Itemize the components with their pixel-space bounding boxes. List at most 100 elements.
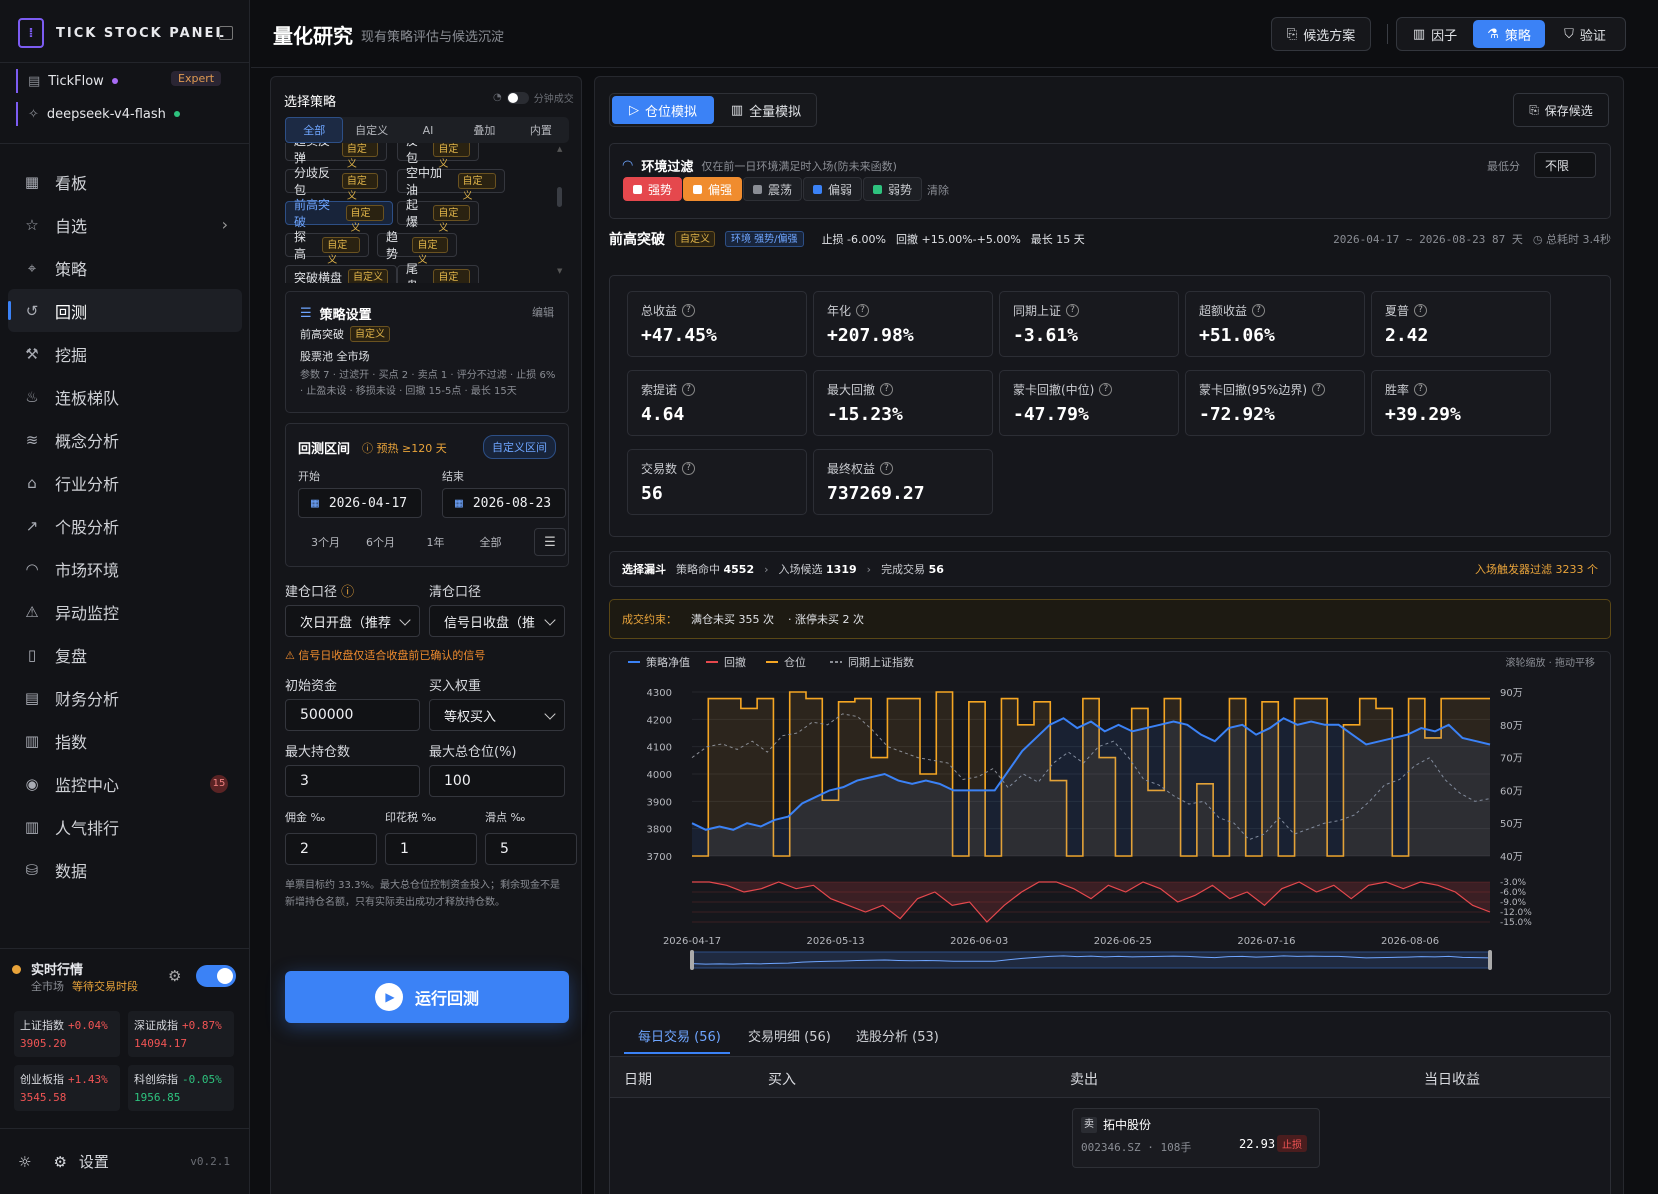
capital-input[interactable]: 500000	[285, 699, 420, 731]
tab-factor[interactable]: ▥ 因子	[1399, 20, 1471, 48]
strategy-tab-2[interactable]: AI	[400, 117, 456, 143]
sidebar-item-2[interactable]: ⌖ 策略	[8, 246, 242, 289]
help-icon[interactable]: ?	[1099, 383, 1113, 396]
strategy-chip[interactable]: 反包自定义	[397, 143, 479, 170]
sidebar-item-8[interactable]: ↗ 个股分析	[8, 504, 242, 547]
strategy-chip[interactable]: 分歧反包 自定义	[285, 166, 387, 202]
sidebar-item-6[interactable]: ≋ 概念分析	[8, 418, 242, 461]
table-tab-1[interactable]: 交易明细 (56)	[748, 1026, 831, 1045]
env-filter-button[interactable]: 弱势	[863, 177, 923, 201]
sidebar-item-0[interactable]: ▦ 看板	[8, 160, 242, 203]
equity-chart[interactable]: 策略净值 回撤 仓位 同期上证指数 滚轮缩放 · 拖动平移 4300 4200 4100 400…	[610, 652, 1610, 994]
index-card[interactable]: 上证指数 +0.04% 3905.20	[14, 1011, 120, 1057]
custom-range-button[interactable]: 自定义区间	[483, 435, 556, 459]
env-filter-button[interactable]: 偏强	[683, 177, 743, 201]
help-icon[interactable]: ?	[1414, 383, 1428, 396]
sidebar-item-15[interactable]: ▥ 人气排行	[8, 805, 242, 848]
slippage-input[interactable]: 5	[485, 833, 577, 865]
run-backtest-button[interactable]: ▶ 运行回测	[285, 971, 569, 1023]
help-icon[interactable]: ?	[682, 304, 696, 317]
tab-position-sim[interactable]: ▷ 仓位模拟	[612, 96, 714, 124]
min-score-select[interactable]: 不限	[1534, 152, 1596, 178]
help-icon[interactable]: ?	[682, 383, 696, 396]
stamp-input[interactable]: 1	[385, 833, 477, 865]
preset-2[interactable]: 1年	[408, 528, 463, 556]
start-date-input[interactable]: ▦ 2026-04-17	[298, 488, 422, 518]
strategy-chip[interactable]: 尾盘自定义	[397, 262, 479, 283]
clear-filter-link[interactable]: 清除	[927, 182, 949, 198]
gear-icon[interactable]: ⚙	[168, 967, 181, 985]
strategy-chip[interactable]: 起爆 自定义	[397, 198, 479, 234]
index-card[interactable]: 科创综指 -0.05% 1956.85	[128, 1065, 234, 1111]
end-date-input[interactable]: ▦ 2026-08-23	[442, 488, 566, 518]
tab-strategy[interactable]: ⚗ 策略	[1473, 20, 1545, 48]
help-icon[interactable]: ?	[1312, 383, 1326, 396]
scrollbar[interactable]: ▲ ▼	[557, 145, 563, 275]
preset-0[interactable]: 3个月	[298, 528, 353, 556]
collapse-sidebar-icon[interactable]	[219, 26, 233, 40]
max-ratio-input[interactable]: 100	[429, 765, 565, 797]
preset-1[interactable]: 6个月	[353, 528, 408, 556]
minute-switch[interactable]	[506, 91, 529, 104]
strategy-tab-4[interactable]: 内置	[513, 117, 569, 143]
preset-3[interactable]: 全部	[463, 528, 518, 556]
sidebar-item-1[interactable]: ☆ 自选 ›	[8, 203, 242, 246]
help-icon[interactable]: ?	[682, 462, 696, 475]
minute-toggle[interactable]: ◔ 分钟成交	[493, 90, 574, 105]
sidebar-item-16[interactable]: ⛁ 数据	[8, 848, 242, 891]
save-candidate-button[interactable]: ⎘ 保存候选	[1513, 93, 1609, 127]
sidebar-item-7[interactable]: ⌂ 行业分析	[8, 461, 242, 504]
help-icon[interactable]: ?	[880, 383, 894, 396]
strategy-chip[interactable]: 超卖反弹自定义	[285, 143, 387, 170]
sidebar-item-14[interactable]: ◉ 监控中心 15	[8, 762, 242, 805]
account-model[interactable]: ✧ deepseek-v4-flash	[16, 102, 180, 126]
trade-chip[interactable]: 卖 拓中股份 002346.SZ · 108手 22.93 止损	[1072, 1108, 1320, 1168]
dd-tick: -15.0%	[1500, 918, 1532, 928]
sidebar-item-13[interactable]: ▥ 指数	[8, 719, 242, 762]
realtime-toggle[interactable]	[196, 965, 236, 987]
settings-link[interactable]: ⚙ 设置	[53, 1151, 108, 1172]
sliders-icon[interactable]: ☰	[534, 528, 566, 556]
tab-full-sim[interactable]: ▥ 全量模拟	[718, 96, 814, 124]
candidates-button[interactable]: ⎘ 候选方案	[1271, 17, 1371, 51]
account-tickflow[interactable]: ▤ TickFlow Expert	[16, 69, 222, 93]
strategy-tab-1[interactable]: 自定义	[343, 117, 399, 143]
divider	[1387, 24, 1388, 44]
close-select[interactable]: 信号日收盘（推	[429, 605, 565, 637]
help-icon[interactable]: ?	[1414, 304, 1428, 317]
strategy-chip[interactable]: 突破横盘 自定义	[285, 265, 397, 283]
env-filter-button[interactable]: 偏弱	[803, 177, 863, 201]
tab-verify[interactable]: ⛉ 验证	[1547, 20, 1623, 48]
index-card[interactable]: 深证成指 +0.87% 14094.17	[128, 1011, 234, 1057]
strategy-chip[interactable]: 趋势 自定义	[377, 230, 457, 266]
env-filter-button[interactable]: 强势	[623, 177, 683, 201]
strategy-tab-3[interactable]: 叠加	[456, 117, 512, 143]
sidebar-item-10[interactable]: ⚠ 异动监控	[8, 590, 242, 633]
table-tab-2[interactable]: 选股分析 (53)	[856, 1026, 939, 1045]
help-icon[interactable]: ?	[1066, 304, 1080, 317]
open-select[interactable]: 次日开盘（推荐	[285, 605, 420, 637]
strategy-chip[interactable]: 前高突破 自定义	[285, 198, 393, 234]
table-tab-0[interactable]: 每日交易 (56)	[638, 1026, 721, 1045]
strategy-chip[interactable]: 探高 自定义	[285, 230, 369, 266]
sidebar-item-3[interactable]: ↺ 回测	[8, 289, 242, 332]
sidebar-item-12[interactable]: ▤ 财务分析	[8, 676, 242, 719]
strategy-tab-0[interactable]: 全部	[285, 117, 344, 143]
edit-link[interactable]: 编辑	[532, 304, 554, 320]
help-icon[interactable]: ?	[856, 304, 870, 317]
help-icon[interactable]: ?	[880, 462, 894, 475]
weight-select[interactable]: 等权买入	[429, 699, 565, 731]
help-icon[interactable]: ?	[1252, 304, 1266, 317]
index-card[interactable]: 创业板指 +1.43% 3545.58	[14, 1065, 120, 1111]
theme-sun-icon[interactable]: ☼	[18, 1153, 31, 1171]
max-pos-input[interactable]: 3	[285, 765, 420, 797]
env-filter-button[interactable]: 震荡	[743, 177, 803, 201]
sidebar-item-5[interactable]: ♨ 连板梯队	[8, 375, 242, 418]
trigger-filter-link[interactable]: 入场触发器过滤 3233 个	[1475, 561, 1598, 577]
x-tick: 2026-04-17	[663, 936, 721, 947]
strategy-chip[interactable]: 空中加油 自定义	[397, 166, 505, 202]
sidebar-item-4[interactable]: ⚒ 挖掘	[8, 332, 242, 375]
sidebar-item-11[interactable]: ▯ 复盘	[8, 633, 242, 676]
sidebar-item-9[interactable]: ◠ 市场环境	[8, 547, 242, 590]
commission-input[interactable]: 2	[285, 833, 377, 865]
